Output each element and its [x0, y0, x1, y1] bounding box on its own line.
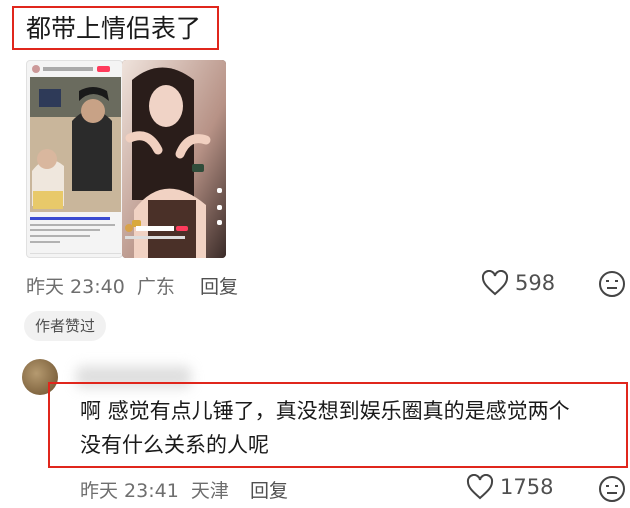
like-count: 1758: [500, 475, 554, 499]
comment-text-highlight: 都带上情侣表了: [12, 6, 219, 50]
like-button[interactable]: 598: [481, 270, 555, 296]
image-photo: [122, 60, 226, 258]
comment-text-highlight: 啊 感觉有点儿锤了，真没想到娱乐圈真的是感觉两个 没有什么关系的人呢: [48, 382, 628, 468]
like-button[interactable]: 1758: [466, 474, 553, 500]
location-text: 天津: [190, 480, 229, 502]
author-liked-badge: 作者赞过: [24, 311, 107, 341]
like-count: 598: [515, 271, 556, 295]
emoji-reaction-button[interactable]: [597, 474, 627, 508]
attached-image-left[interactable]: [26, 60, 123, 258]
image-photo: [30, 65, 121, 254]
comment-text-line: 啊 感觉有点儿锤了，真没想到娱乐圈真的是感觉两个: [80, 399, 570, 423]
comment-text-line: 没有什么关系的人呢: [80, 433, 269, 457]
time-text: 昨天 23:40: [26, 276, 125, 298]
location-text: 广东: [136, 276, 175, 298]
heart-icon: [466, 474, 494, 500]
emoji-reaction-button[interactable]: [597, 269, 627, 303]
time-text: 昨天 23:41: [80, 480, 179, 502]
attached-image-right[interactable]: [122, 60, 226, 258]
heart-icon: [481, 270, 509, 296]
reply-button[interactable]: 回复: [200, 272, 238, 299]
comment-timestamp: 昨天 23:40 广东: [26, 272, 175, 299]
comment-timestamp: 昨天 23:41 天津: [80, 476, 229, 503]
reply-button[interactable]: 回复: [250, 476, 288, 503]
emoji-icon: [599, 476, 625, 502]
comment-text: 都带上情侣表了: [26, 14, 202, 43]
emoji-icon: [599, 271, 625, 297]
